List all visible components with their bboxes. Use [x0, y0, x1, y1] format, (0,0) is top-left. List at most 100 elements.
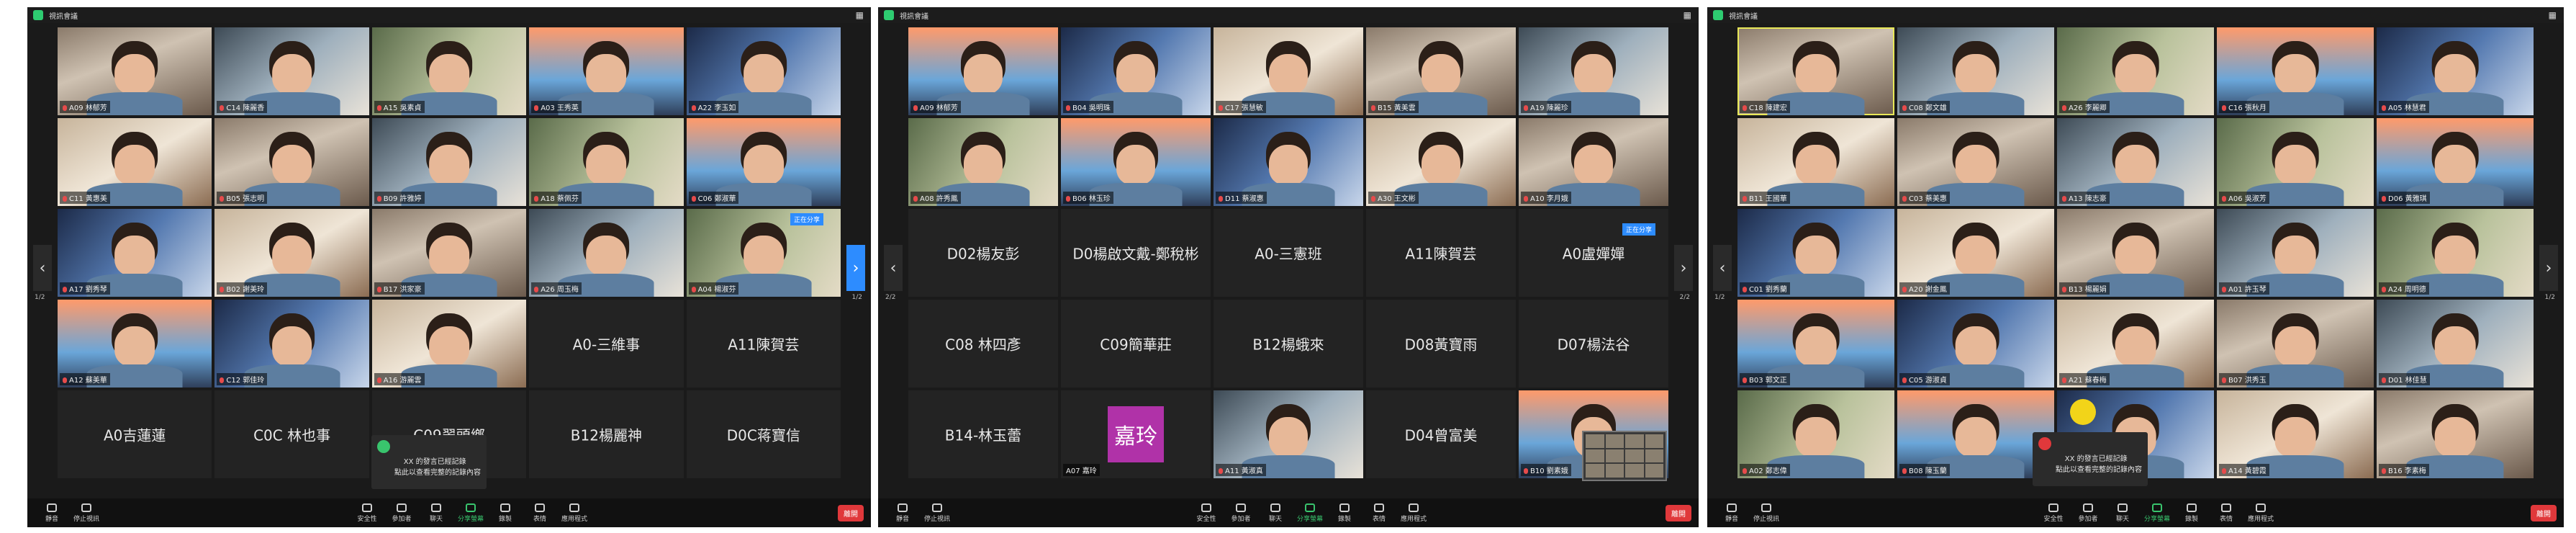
participant-tile[interactable]: B06 林玉珍: [1061, 118, 1211, 206]
share-button[interactable]: 分享螢幕: [1293, 503, 1327, 523]
participants-button[interactable]: 參加者: [384, 503, 419, 523]
participant-tile[interactable]: A01 許玉琴: [2217, 209, 2374, 297]
leave-meeting-button[interactable]: 離開: [838, 504, 864, 521]
reactions-button[interactable]: 表情: [523, 503, 557, 523]
record-button[interactable]: 錄製: [2174, 503, 2209, 523]
participant-tile[interactable]: A15 吳素貞: [371, 27, 527, 115]
participant-tile[interactable]: A02 鄭志偉: [1737, 390, 1894, 478]
participant-tile[interactable]: A12 蘇美華: [58, 300, 212, 388]
video-button[interactable]: 停止視訊: [1749, 503, 1784, 523]
chevron-left-icon[interactable]: ‹: [33, 245, 52, 291]
participant-tile[interactable]: A16 游麗雲: [371, 300, 527, 388]
shield-icon[interactable]: [884, 10, 894, 20]
chat-notification[interactable]: XX 的發言已經記錄 點此以查看完整的記錄內容: [2033, 432, 2148, 486]
apps-button[interactable]: 應用程式: [1396, 503, 1431, 523]
share-button[interactable]: 分享螢幕: [2140, 503, 2174, 523]
mute-button[interactable]: 靜音: [885, 503, 920, 523]
participant-tile[interactable]: C08 鄭文雄: [1897, 27, 2054, 115]
participant-tile[interactable]: A10 李月娥: [1519, 118, 1668, 206]
participant-tile[interactable]: D06 黃雅琪: [2377, 118, 2534, 206]
security-button[interactable]: 安全性: [350, 503, 384, 523]
participant-tile[interactable]: A03 王秀英: [529, 27, 684, 115]
gallery-view-icon[interactable]: ▦: [856, 10, 864, 20]
participant-tile[interactable]: A08 許秀鳳: [908, 118, 1058, 206]
participant-tile[interactable]: B04 吳明珠: [1061, 27, 1211, 115]
participant-tile[interactable]: C03 蔡美惠: [1897, 118, 2054, 206]
participant-tile[interactable]: B11 王國華: [1737, 118, 1894, 206]
participant-tile[interactable]: D0楊啟文戴-鄭稅彬: [1061, 209, 1211, 297]
participant-tile[interactable]: C08 林四彥: [908, 300, 1058, 388]
chevron-right-icon[interactable]: ›: [1674, 245, 1693, 291]
participant-tile[interactable]: D01 林佳慧: [2377, 300, 2534, 388]
participant-tile[interactable]: C11 黃惠美: [58, 118, 212, 206]
participant-tile[interactable]: C18 陳建宏: [1737, 27, 1894, 115]
participant-tile[interactable]: C05 游淑貞: [1897, 300, 2054, 388]
participants-button[interactable]: 參加者: [2071, 503, 2105, 523]
participant-tile[interactable]: A0盧嬋嬋: [1519, 209, 1668, 297]
participant-tile[interactable]: B02 謝美玲: [214, 209, 369, 297]
participant-tile[interactable]: B05 張志明: [214, 118, 369, 206]
participant-tile[interactable]: A0-三憲班: [1214, 209, 1363, 297]
gallery-view-icon[interactable]: ▦: [2549, 10, 2557, 20]
participant-tile[interactable]: C06 鄭淑華: [686, 118, 841, 206]
participant-tile[interactable]: C17 張慧敏: [1214, 27, 1363, 115]
participant-tile[interactable]: D04曾富美: [1366, 390, 1516, 478]
shared-screen-thumbnail[interactable]: [1582, 431, 1667, 481]
reactions-button[interactable]: 表情: [1362, 503, 1396, 523]
video-button[interactable]: 停止視訊: [920, 503, 954, 523]
participant-tile[interactable]: C0C 林也事: [214, 390, 369, 478]
participant-tile[interactable]: A24 周明德: [2377, 209, 2534, 297]
participant-tile[interactable]: A0-三維事: [529, 300, 684, 388]
video-button[interactable]: 停止視訊: [69, 503, 104, 523]
chevron-left-icon[interactable]: ‹: [884, 245, 903, 291]
chevron-left-icon[interactable]: ‹: [1713, 245, 1732, 291]
participant-tile[interactable]: D08黃寶雨: [1366, 300, 1516, 388]
record-button[interactable]: 錄製: [488, 503, 523, 523]
participant-tile[interactable]: A11陳賀芸: [686, 300, 841, 388]
participant-tile[interactable]: B14-林玉蕾: [908, 390, 1058, 478]
participant-tile[interactable]: A21 蘇春梅: [2057, 300, 2214, 388]
chevron-right-icon[interactable]: ›: [2539, 245, 2558, 291]
participant-tile[interactable]: B16 李素梅: [2377, 390, 2534, 478]
participant-tile[interactable]: A09 林郁芳: [58, 27, 212, 115]
participant-tile[interactable]: A26 李麗卿: [2057, 27, 2214, 115]
participant-tile[interactable]: B07 洪秀玉: [2217, 300, 2374, 388]
leave-meeting-button[interactable]: 離開: [1666, 504, 1691, 521]
shield-icon[interactable]: [33, 10, 43, 20]
security-button[interactable]: 安全性: [1189, 503, 1224, 523]
participant-tile[interactable]: A13 陳志豪: [2057, 118, 2214, 206]
shield-icon[interactable]: [1713, 10, 1723, 20]
record-button[interactable]: 錄製: [1327, 503, 1362, 523]
participant-tile[interactable]: A14 黃碧霞: [2217, 390, 2374, 478]
participant-tile[interactable]: A26 周玉梅: [529, 209, 684, 297]
chevron-right-icon[interactable]: ›: [846, 245, 865, 291]
participant-tile[interactable]: B08 陳玉蘭: [1897, 390, 2054, 478]
participant-tile[interactable]: A11陳賀芸: [1366, 209, 1516, 297]
chat-notification[interactable]: XX 的發言已經記錄 點此以查看完整的記錄內容: [371, 435, 487, 489]
participant-tile[interactable]: A17 劉秀琴: [58, 209, 212, 297]
mute-button[interactable]: 靜音: [1714, 503, 1749, 523]
participant-tile[interactable]: C16 張秋月: [2217, 27, 2374, 115]
share-button[interactable]: 分享螢幕: [453, 503, 488, 523]
participant-tile[interactable]: A20 謝金鳳: [1897, 209, 2054, 297]
participant-tile[interactable]: B12楊麗神: [529, 390, 684, 478]
participant-tile[interactable]: A18 蔡佩芬: [529, 118, 684, 206]
participant-tile[interactable]: D11 蔡淑惠: [1214, 118, 1363, 206]
participant-tile[interactable]: D07楊法谷: [1519, 300, 1668, 388]
participant-tile[interactable]: D0C蒋寶信: [686, 390, 841, 478]
participant-tile[interactable]: C12 郭佳玲: [214, 300, 369, 388]
participant-tile[interactable]: A11 黃淑真: [1214, 390, 1363, 478]
apps-button[interactable]: 應用程式: [2243, 503, 2278, 523]
participant-tile[interactable]: A0吉蓮蓮: [58, 390, 212, 478]
chat-button[interactable]: 聊天: [1258, 503, 1293, 523]
participant-tile[interactable]: A22 李玉如: [686, 27, 841, 115]
apps-button[interactable]: 應用程式: [557, 503, 592, 523]
participant-tile[interactable]: A05 林慧君: [2377, 27, 2534, 115]
participant-tile[interactable]: C14 陳麗香: [214, 27, 369, 115]
participant-tile[interactable]: A06 吳淑芳: [2217, 118, 2374, 206]
gallery-view-icon[interactable]: ▦: [1684, 10, 1691, 20]
participant-tile[interactable]: A30 王文彬: [1366, 118, 1516, 206]
participant-tile[interactable]: D02楊友彭: [908, 209, 1058, 297]
leave-meeting-button[interactable]: 離開: [2531, 504, 2557, 521]
participants-button[interactable]: 參加者: [1224, 503, 1258, 523]
